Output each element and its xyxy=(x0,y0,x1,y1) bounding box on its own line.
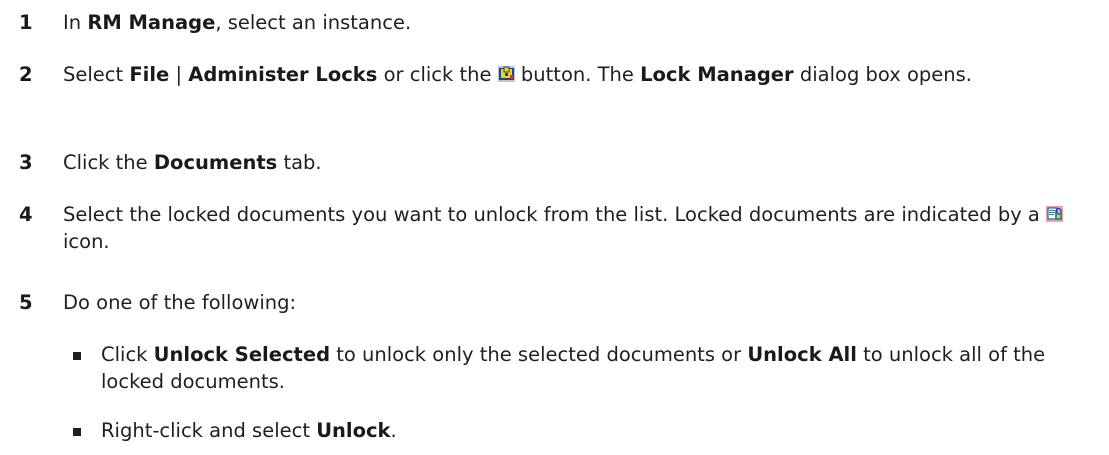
step-number: 4 xyxy=(19,203,33,226)
step-number: 2 xyxy=(19,63,33,86)
unlock-selected-label: Unlock Selected xyxy=(153,343,331,366)
unlock-label: Unlock xyxy=(316,419,391,442)
file-menu-label: File xyxy=(129,63,170,86)
bullet-text: Right-click and select Unlock. xyxy=(101,419,397,442)
step-text: Click the Documents tab. xyxy=(63,151,322,174)
documents-tab-label: Documents xyxy=(153,151,278,174)
step-text: Select File | Administer Locks or click … xyxy=(63,62,972,86)
rm-manage-label: RM Manage xyxy=(87,11,216,34)
instructions-document: 1 In RM Manage, select an instance. 2 Se… xyxy=(0,0,1109,455)
step-text: In RM Manage, select an instance. xyxy=(63,11,412,34)
locked-document-icon xyxy=(1046,202,1064,222)
bullet-square-icon xyxy=(73,352,81,360)
step-text: Select the locked documents you want to … xyxy=(63,201,1095,255)
bullet-square-icon xyxy=(73,428,81,436)
unlock-all-label: Unlock All xyxy=(747,343,857,366)
lock-manager-label: Lock Manager xyxy=(640,63,794,86)
step-text: Do one of the following: xyxy=(63,291,297,314)
lock-manager-icon xyxy=(497,62,515,82)
step-number: 5 xyxy=(19,291,33,314)
step-number: 1 xyxy=(19,11,33,34)
step-number: 3 xyxy=(19,151,33,174)
bullet-text: Click Unlock Selected to unlock only the… xyxy=(101,343,1046,393)
administer-locks-label: Administer Locks xyxy=(188,63,378,86)
